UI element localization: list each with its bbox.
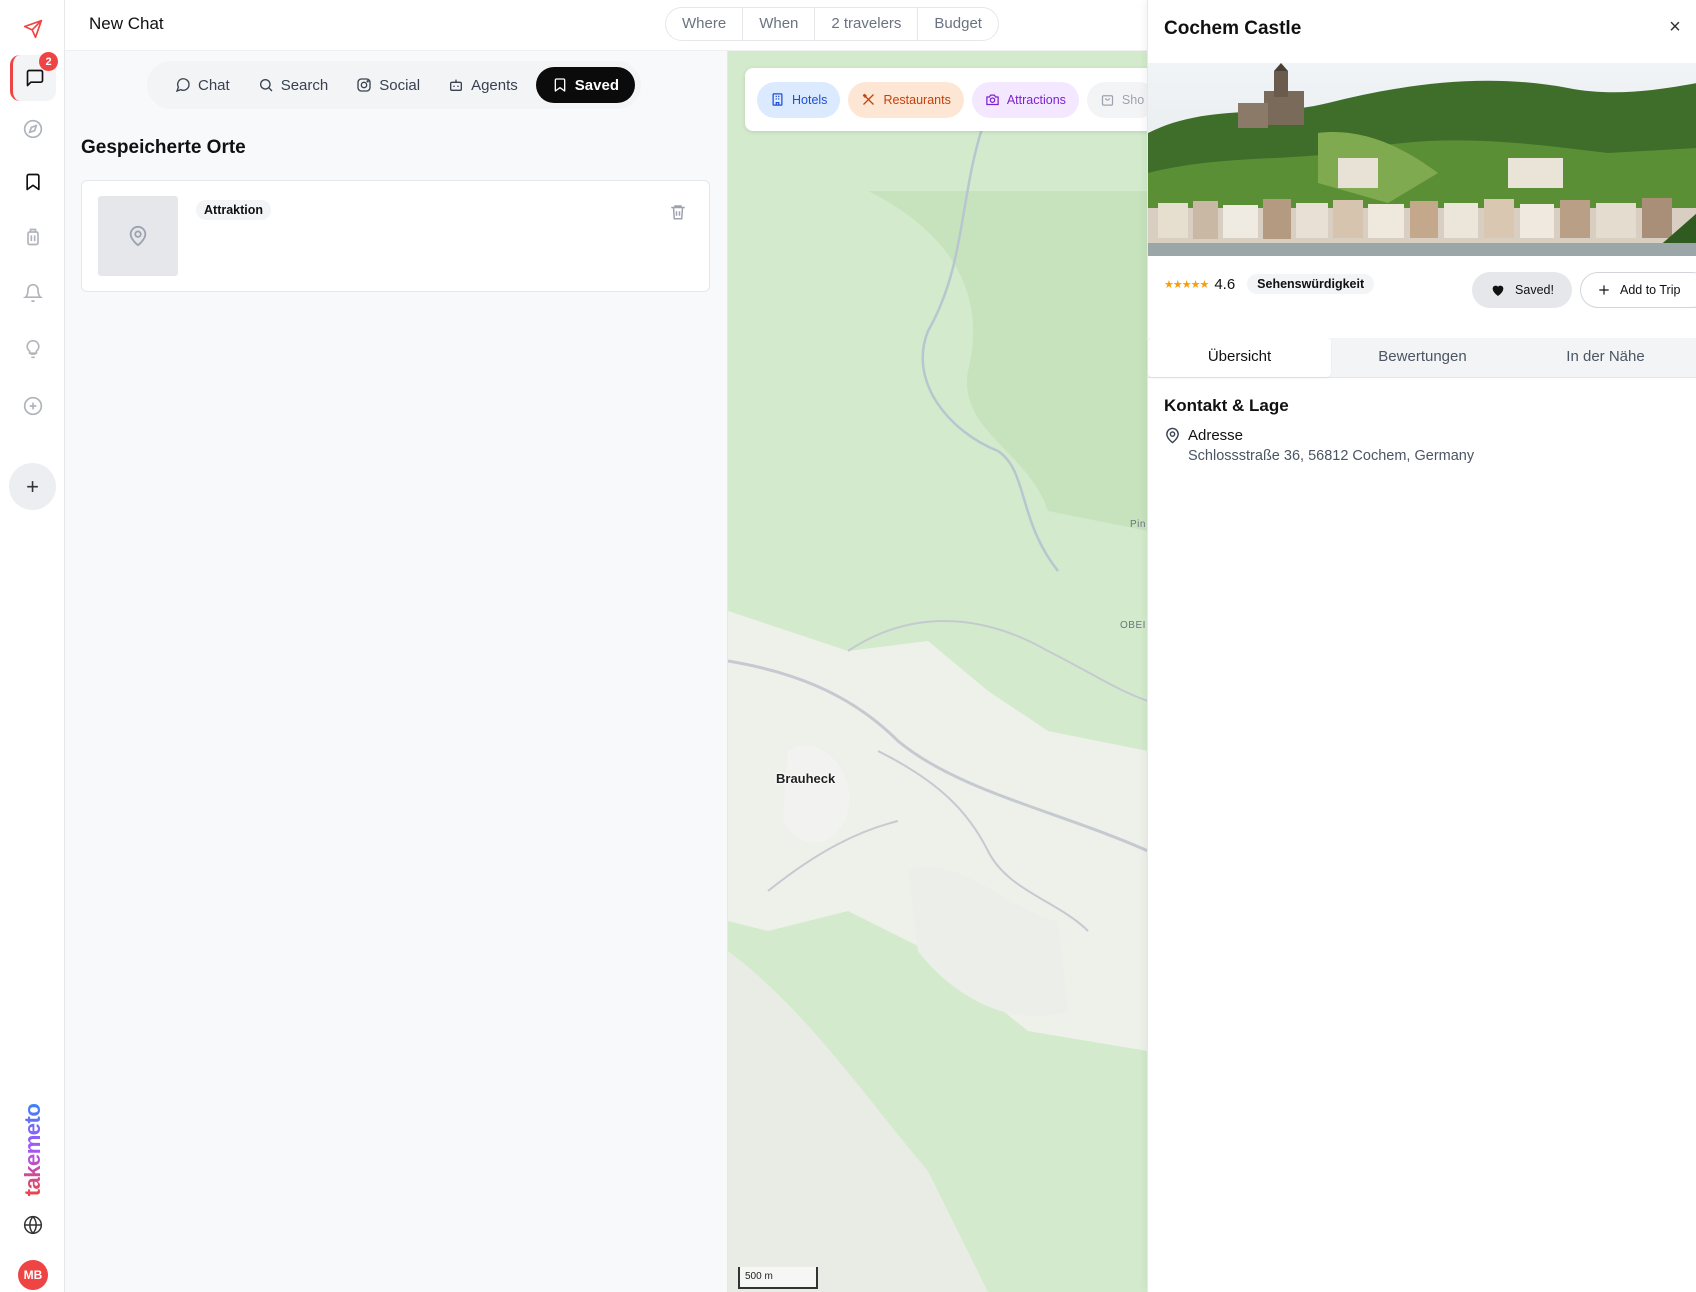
tab-search-label: Search (280, 76, 329, 94)
luggage-icon[interactable] (10, 214, 56, 260)
chip-restaurants[interactable]: Restaurants (848, 81, 964, 118)
instagram-icon (357, 78, 371, 92)
rating-value: 4.6 (1214, 275, 1236, 293)
tab-agents[interactable]: Agents (434, 67, 532, 103)
globe-icon[interactable] (10, 1202, 56, 1248)
add-to-trip-label: Add to Trip (1620, 283, 1681, 297)
filter-budget[interactable]: Budget (918, 8, 998, 40)
tab-social-label: Social (379, 76, 421, 94)
chip-attractions[interactable]: Attractions (971, 81, 1079, 118)
tab-chat-label: Chat (198, 76, 230, 94)
page-title: New Chat (89, 14, 164, 33)
utensils-icon (863, 93, 875, 105)
tab-chat[interactable]: Chat (161, 67, 244, 103)
rating-row: ★★★★★ 4.6 Sehenswürdigkeit (1164, 274, 1375, 294)
trip-filters: Where When 2 travelers Budget (665, 7, 999, 41)
building-icon (772, 93, 783, 106)
add-to-trip-button[interactable]: Add to Trip (1580, 272, 1696, 308)
map-view[interactable]: Hotels Restaurants Attractions Sho Brauh… (727, 51, 1147, 1292)
saved-button[interactable]: Saved! (1472, 272, 1572, 308)
map-scale: 500 m (738, 1267, 818, 1289)
bookmark-icon (554, 78, 566, 92)
filter-where[interactable]: Where (666, 8, 744, 40)
tab-reviews[interactable]: Bewertungen (1331, 338, 1514, 377)
send-icon[interactable] (10, 6, 56, 52)
robot-icon (450, 79, 463, 91)
chip-shopping-label: Sho (1121, 92, 1145, 107)
bell-icon[interactable] (10, 270, 56, 316)
tab-agents-label: Agents (471, 76, 518, 94)
tab-nearby[interactable]: In der Nähe (1514, 338, 1696, 377)
map-label-edge-1: Pin (1130, 519, 1146, 530)
rating-stars: ★★★★★ (1164, 278, 1209, 291)
tab-overview[interactable]: Übersicht (1148, 338, 1331, 377)
place-detail-panel: Cochem Castle × ★★★★★ 4.6 Sehenswürdigke… (1147, 0, 1696, 1292)
avatar[interactable]: MB (18, 1260, 48, 1290)
tab-saved-label: Saved (574, 76, 619, 94)
chip-hotels-label: Hotels (792, 92, 828, 107)
new-chat-button[interactable]: + (9, 463, 56, 510)
trash-icon[interactable] (669, 203, 687, 221)
camera-icon (986, 94, 999, 106)
map-pin-icon (129, 225, 147, 247)
chat-nav-button[interactable]: 2 (10, 52, 58, 101)
filter-when[interactable]: When (743, 8, 816, 40)
tab-search[interactable]: Search (244, 67, 343, 103)
chip-shopping[interactable]: Sho (1086, 81, 1147, 118)
chat-icon (175, 78, 190, 93)
main-tabs: Chat Search Social Agents Saved (147, 61, 641, 109)
bag-icon (1101, 95, 1114, 106)
plus-icon (1599, 285, 1609, 295)
map-background (728, 51, 1147, 1292)
app-root: 2 + takemeto MB New Chat Where When 2 tr… (0, 0, 1696, 1292)
left-rail: 2 + takemeto MB (0, 0, 65, 1292)
category-chips: Hotels Restaurants Attractions Sho (745, 68, 1147, 131)
chat-icon (26, 69, 43, 87)
chip-attractions-label: Attractions (1006, 92, 1066, 107)
map-label-town: Brauheck (776, 771, 836, 786)
close-icon[interactable]: × (1664, 16, 1686, 38)
bulb-icon[interactable] (10, 326, 56, 372)
chat-badge: 2 (39, 52, 58, 71)
chip-hotels[interactable]: Hotels (757, 81, 841, 118)
address-label: Adresse (1188, 427, 1244, 444)
saved-button-label: Saved! (1515, 283, 1554, 297)
filter-travelers[interactable]: 2 travelers (815, 8, 919, 40)
detail-tabs: Übersicht Bewertungen In der Nähe (1148, 338, 1696, 378)
place-category: Sehenswürdigkeit (1247, 274, 1375, 294)
bookmark-nav-icon[interactable] (10, 159, 56, 205)
place-thumbnail (98, 196, 178, 276)
brand-logo: takemeto (20, 1103, 45, 1197)
saved-place-card[interactable]: Attraktion (81, 180, 710, 292)
place-photo (1148, 63, 1696, 256)
chip-restaurants-label: Restaurants (883, 92, 951, 107)
castle-photo (1148, 63, 1696, 256)
compass-icon[interactable] (10, 106, 56, 152)
plus-circle-icon[interactable] (10, 383, 56, 429)
top-bar: New Chat Where When 2 travelers Budget (65, 0, 1147, 51)
place-category-tag: Attraktion (196, 200, 272, 220)
heart-icon (1492, 285, 1504, 296)
map-pin-icon (1166, 427, 1179, 444)
search-icon (259, 79, 273, 92)
tab-saved[interactable]: Saved (535, 67, 635, 103)
map-label-edge-2: OBEI (1120, 620, 1146, 631)
tab-social[interactable]: Social (342, 67, 434, 103)
contact-title: Kontakt & Lage (1164, 396, 1289, 415)
address-value[interactable]: Schlossstraße 36, 56812 Cochem, Germany (1188, 448, 1474, 464)
place-name: Cochem Castle (1164, 18, 1302, 39)
saved-title: Gespeicherte Orte (81, 137, 246, 158)
